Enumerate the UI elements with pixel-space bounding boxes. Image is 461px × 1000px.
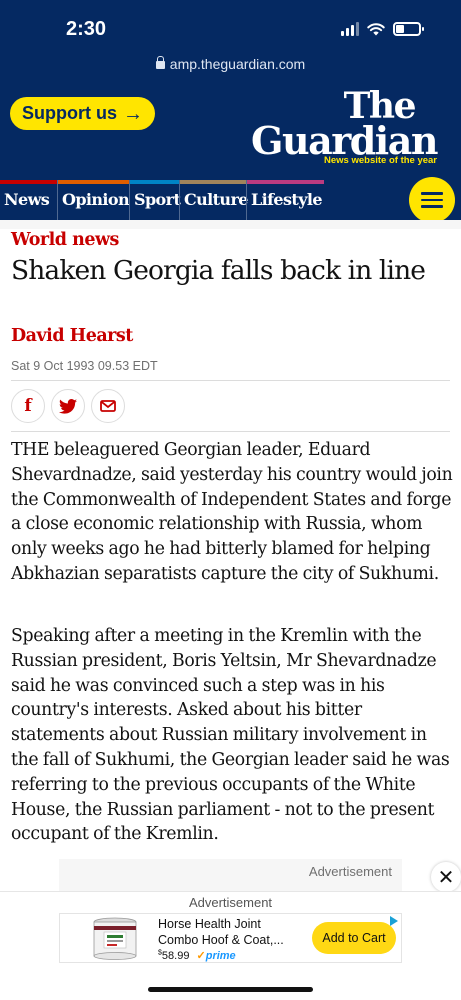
ad-label: Advertisement — [308, 864, 392, 879]
author-byline[interactable]: David Hearst — [11, 326, 133, 346]
guardian-logo[interactable]: The Guardian News website of the year — [251, 88, 438, 166]
header-divider — [0, 220, 461, 229]
share-facebook-button[interactable]: f — [11, 389, 45, 423]
add-to-cart-button[interactable]: Add to Cart — [312, 922, 396, 954]
product-price: $58.99 ✓prime — [158, 949, 236, 962]
support-us-label: Support us — [22, 103, 117, 123]
nav-stripe — [180, 180, 246, 184]
nav-stripe — [0, 180, 57, 184]
support-us-button[interactable]: Support us → — [10, 97, 155, 130]
sticky-ad: Advertisement Horse Health Joint Combo H… — [0, 891, 461, 1000]
publish-date: Sat 9 Oct 1993 09.53 EDT — [11, 359, 158, 373]
product-ad-card[interactable]: Horse Health Joint Combo Hoof & Coat,...… — [59, 913, 402, 963]
nav-item-news[interactable]: News — [0, 180, 57, 220]
nav-label: Opinion — [62, 190, 130, 209]
nav-label: Lifestyle — [251, 190, 323, 209]
battery-icon — [393, 22, 424, 36]
nav-item-opinion[interactable]: Opinion — [57, 180, 130, 220]
logo-line-2: Guardian — [251, 118, 438, 163]
masthead: Support us → The Guardian News website o… — [0, 88, 461, 180]
status-icons — [341, 22, 424, 36]
nav-label: Culture — [184, 190, 248, 209]
nav-stripe — [130, 180, 179, 184]
facebook-icon: f — [24, 396, 32, 416]
wifi-icon — [367, 23, 385, 36]
nav-label: Sport — [134, 190, 181, 209]
divider — [11, 431, 450, 432]
article-paragraph: THE beleaguered Georgian leader, Eduard … — [11, 440, 453, 584]
product-image — [93, 917, 137, 960]
prime-label: prime — [205, 950, 236, 962]
email-icon — [100, 400, 116, 412]
nav-item-culture[interactable]: Culture — [179, 180, 248, 220]
nav-label: News — [4, 190, 50, 209]
url-text: amp.theguardian.com — [169, 56, 306, 72]
nav-item-sport[interactable]: Sport — [129, 180, 181, 220]
article-paragraph: Speaking after a meeting in the Kremlin … — [11, 626, 450, 845]
share-twitter-button[interactable] — [51, 389, 85, 423]
nav-stripe — [247, 180, 324, 184]
menu-button[interactable] — [409, 177, 455, 223]
home-indicator[interactable] — [148, 987, 313, 992]
arrow-right-icon: → — [123, 102, 143, 125]
hamburger-icon-bar — [421, 205, 443, 208]
share-email-button[interactable] — [91, 389, 125, 423]
lock-icon — [155, 56, 165, 69]
url-bar[interactable]: amp.theguardian.com — [0, 56, 461, 72]
ad-label: Advertisement — [188, 895, 273, 910]
nav-item-lifestyle[interactable]: Lifestyle — [246, 180, 324, 220]
nav-stripe — [58, 180, 129, 184]
section-nav: News Opinion Sport Culture Lifestyle — [0, 180, 461, 220]
inline-ad-slot: Advertisement — [59, 859, 402, 891]
product-title[interactable]: Horse Health Joint Combo Hoof & Coat,... — [158, 916, 298, 948]
prime-badge: ✓prime — [196, 950, 236, 962]
section-label[interactable]: World news — [11, 230, 119, 250]
cellular-signal-icon — [341, 22, 359, 36]
close-icon: ✕ — [437, 865, 455, 889]
twitter-icon — [59, 398, 77, 414]
hamburger-icon-bar — [421, 192, 443, 195]
divider — [11, 380, 450, 381]
price-value: 58.99 — [161, 950, 190, 962]
hamburger-icon-bar — [421, 198, 443, 202]
status-bar: 2:30 amp.theguardian.com — [0, 0, 461, 88]
adchoices-icon[interactable] — [390, 916, 398, 926]
close-ad-button[interactable]: ✕ — [431, 862, 461, 892]
status-time: 2:30 — [66, 18, 107, 40]
article-headline: Shaken Georgia falls back in line — [11, 255, 426, 286]
